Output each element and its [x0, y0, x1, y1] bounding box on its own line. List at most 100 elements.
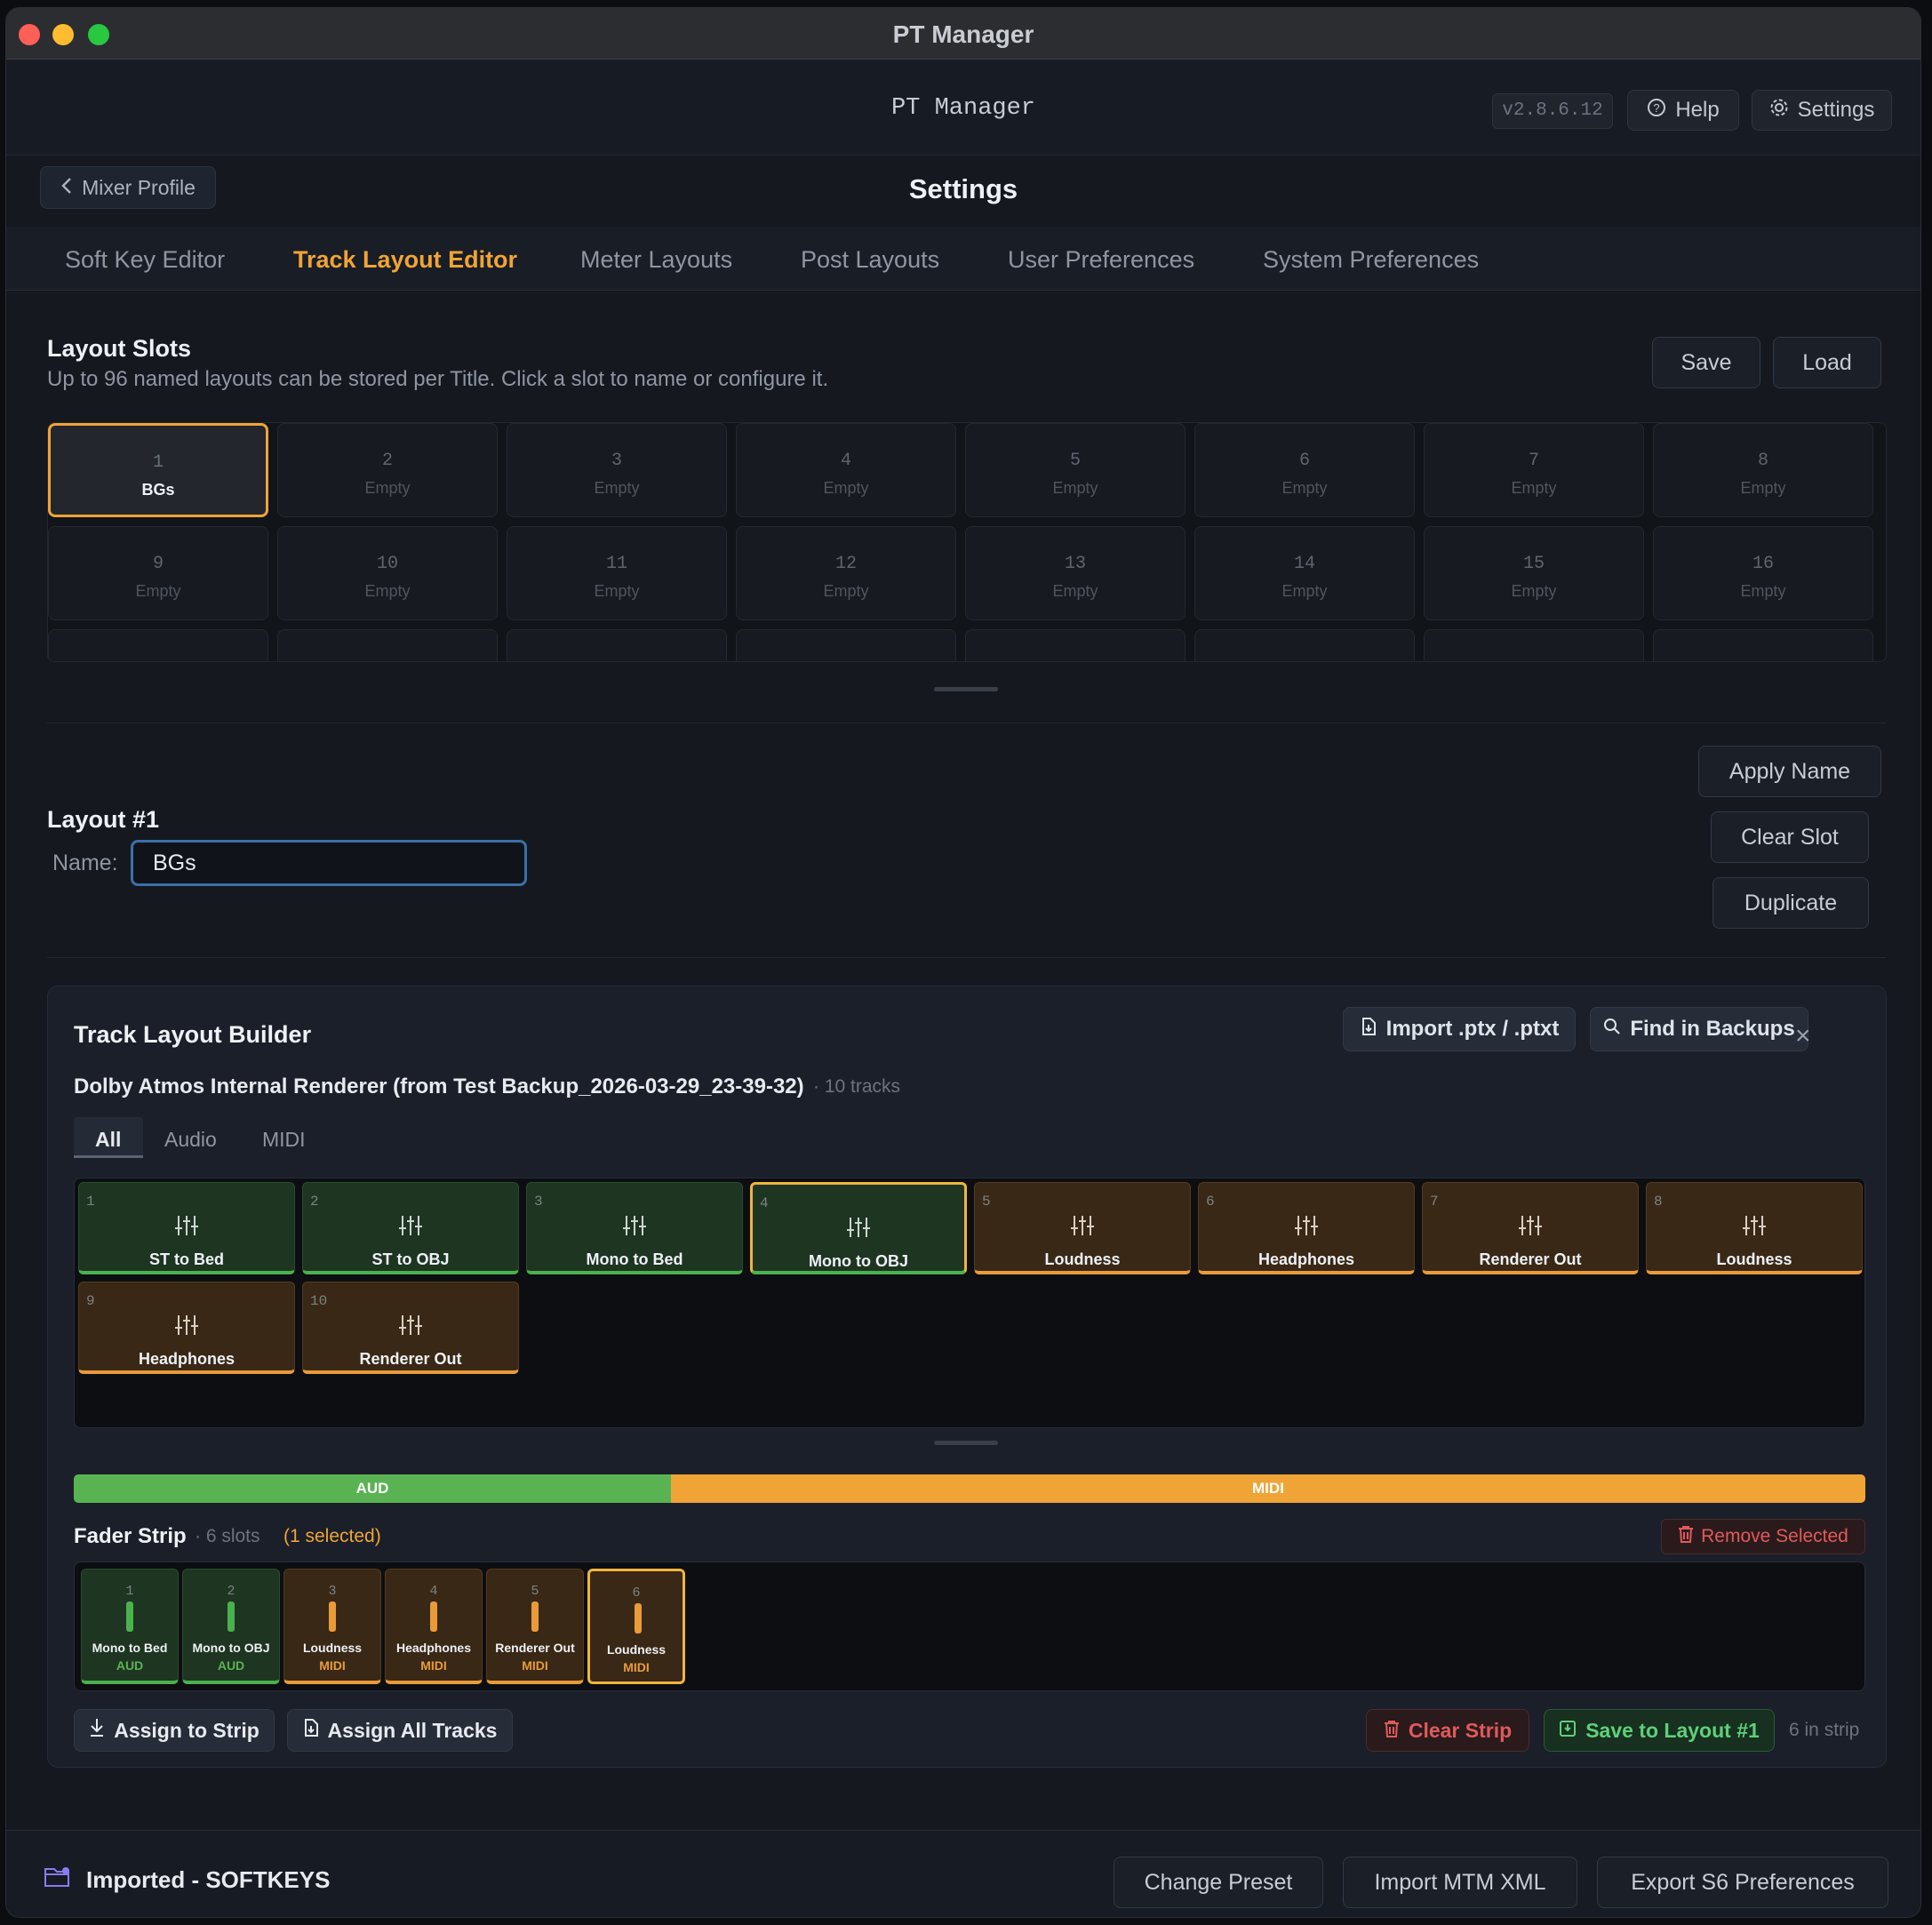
audio-segment: AUD	[74, 1474, 671, 1503]
track-tile[interactable]: 7 Renderer Out	[1422, 1182, 1639, 1274]
layout-slot[interactable]: 2 Empty	[277, 423, 498, 517]
tab-track-layout-editor[interactable]: Track Layout Editor	[293, 246, 517, 274]
layout-slot[interactable]: 12 Empty	[736, 526, 956, 620]
layout-slot[interactable]: 9 Empty	[48, 526, 268, 620]
strip-channel[interactable]: 4 Headphones MIDI	[385, 1569, 483, 1684]
layout-slot[interactable]: 14 Empty	[1194, 526, 1415, 620]
track-tile[interactable]: 10 Renderer Out	[302, 1282, 519, 1374]
track-tile[interactable]: 3 Mono to Bed	[526, 1182, 743, 1274]
remove-selected-button[interactable]: Remove Selected	[1661, 1519, 1865, 1554]
mixer-sliders-icon	[79, 1215, 294, 1241]
slot-label: Empty	[1281, 479, 1328, 497]
app-window: PT Manager PT Manager v2.8.6.12 ? Help S…	[5, 7, 1921, 1918]
fader-icon	[635, 1603, 642, 1633]
channel-number: 2	[227, 1584, 236, 1599]
track-tile[interactable]: 5 Loudness	[974, 1182, 1191, 1274]
change-preset-button[interactable]: Change Preset	[1114, 1857, 1323, 1908]
layout-name-input[interactable]	[131, 840, 527, 886]
layout-slot[interactable]: 6 Empty	[1194, 423, 1415, 517]
layout-slot[interactable]: 8 Empty	[1653, 423, 1873, 517]
slot-label: Empty	[1052, 582, 1098, 600]
layout-slot[interactable]: 13 Empty	[965, 526, 1186, 620]
fader-strip-selected-count: (1 selected)	[283, 1526, 381, 1546]
slot-label: Empty	[1281, 582, 1328, 600]
layout-slot-partial[interactable]	[1194, 629, 1415, 661]
layout-slot[interactable]: 1 BGs	[48, 423, 268, 517]
track-tile[interactable]: 6 Headphones	[1198, 1182, 1415, 1274]
layout-slot[interactable]: 4 Empty	[736, 423, 956, 517]
window-title: PT Manager	[892, 20, 1034, 48]
export-s6-preferences-button[interactable]: Export S6 Preferences	[1597, 1857, 1888, 1908]
close-icon[interactable]: ×	[1795, 1021, 1811, 1051]
track-tile[interactable]: 9 Headphones	[78, 1282, 295, 1374]
tab-user-preferences[interactable]: User Preferences	[1008, 246, 1194, 274]
layout-slot-grid: 1 BGs 2 Empty 3 Empty 4 Empty 5 Empty 6 Empty…	[47, 422, 1887, 662]
layout-slot-partial[interactable]	[1653, 629, 1873, 661]
tab-system-preferences[interactable]: System Preferences	[1263, 246, 1479, 274]
resize-handle[interactable]	[934, 1441, 998, 1445]
import-mtm-xml-button[interactable]: Import MTM XML	[1343, 1857, 1577, 1908]
slot-number: 5	[1069, 451, 1081, 471]
filter-tab-midi[interactable]: MIDI	[262, 1128, 306, 1152]
strip-channel[interactable]: 5 Renderer Out MIDI	[486, 1569, 584, 1684]
track-number: 4	[760, 1195, 769, 1211]
duplicate-button[interactable]: Duplicate	[1712, 877, 1869, 929]
save-to-layout-button[interactable]: Save to Layout #1	[1544, 1709, 1775, 1752]
apply-name-button[interactable]: Apply Name	[1698, 746, 1881, 797]
track-number: 5	[982, 1194, 991, 1210]
layout-slot[interactable]: 5 Empty	[965, 423, 1186, 517]
tab-soft-key-editor[interactable]: Soft Key Editor	[65, 246, 225, 274]
assign-to-strip-button[interactable]: Assign to Strip	[74, 1709, 275, 1752]
layout-slot-partial[interactable]	[277, 629, 498, 661]
clear-slot-button[interactable]: Clear Slot	[1711, 811, 1869, 863]
save-icon	[1559, 1719, 1577, 1743]
track-label: Mono to Bed	[586, 1250, 683, 1268]
strip-channel[interactable]: 1 Mono to Bed AUD	[81, 1569, 179, 1684]
save-button[interactable]: Save	[1652, 337, 1760, 388]
layout-slot-partial[interactable]	[965, 629, 1186, 661]
filter-tab-audio[interactable]: Audio	[164, 1128, 217, 1152]
clear-strip-button[interactable]: Clear Strip	[1366, 1709, 1529, 1752]
track-tile-selected[interactable]: 4 Mono to OBJ	[750, 1182, 967, 1274]
fader-icon	[228, 1602, 235, 1632]
fader-strip-slot-count: · 6 slots	[195, 1526, 260, 1546]
tab-post-layouts[interactable]: Post Layouts	[801, 246, 939, 274]
gear-icon	[1769, 98, 1789, 124]
trash-icon	[1384, 1719, 1400, 1743]
strip-channel-selected[interactable]: 6 Loudness MIDI	[587, 1569, 685, 1684]
strip-channel[interactable]: 3 Loudness MIDI	[283, 1569, 381, 1684]
slot-label: Empty	[364, 479, 411, 497]
track-tile[interactable]: 8 Loudness	[1646, 1182, 1863, 1274]
strip-channel[interactable]: 2 Mono to OBJ AUD	[182, 1569, 280, 1684]
resize-handle[interactable]	[934, 687, 998, 691]
clear-strip-label: Clear Strip	[1408, 1718, 1513, 1742]
filter-tab-all[interactable]: All	[95, 1128, 121, 1152]
layout-slot[interactable]: 11 Empty	[507, 526, 727, 620]
import-ptx-button[interactable]: Import .ptx / .ptxt	[1343, 1007, 1576, 1051]
assign-all-tracks-button[interactable]: Assign All Tracks	[287, 1709, 513, 1752]
layout-slot-partial[interactable]	[507, 629, 727, 661]
search-icon	[1603, 1017, 1621, 1042]
settings-button[interactable]: Settings	[1752, 90, 1892, 131]
layout-slot-partial[interactable]	[48, 629, 268, 661]
layout-slot-partial[interactable]	[736, 629, 956, 661]
layout-slot[interactable]: 16 Empty	[1653, 526, 1873, 620]
midi-segment: MIDI	[671, 1474, 1865, 1503]
slot-label: Empty	[1511, 582, 1557, 600]
layout-slot[interactable]: 15 Empty	[1424, 526, 1644, 620]
find-in-backups-button[interactable]: Find in Backups	[1590, 1007, 1808, 1051]
track-label: Loudness	[1716, 1250, 1792, 1268]
track-number: 9	[86, 1293, 95, 1309]
mixer-sliders-icon	[303, 1314, 518, 1340]
layout-slot[interactable]: 10 Empty	[277, 526, 498, 620]
help-button[interactable]: ? Help	[1627, 90, 1739, 131]
track-tile[interactable]: 1 ST to Bed	[78, 1182, 295, 1274]
track-tile[interactable]: 2 ST to OBJ	[302, 1182, 519, 1274]
slot-number: 10	[376, 554, 398, 574]
slot-label: Empty	[823, 479, 869, 497]
layout-slot-partial[interactable]	[1424, 629, 1644, 661]
load-button[interactable]: Load	[1773, 337, 1881, 388]
layout-slot[interactable]: 7 Empty	[1424, 423, 1644, 517]
layout-slot[interactable]: 3 Empty	[507, 423, 727, 517]
tab-meter-layouts[interactable]: Meter Layouts	[580, 246, 732, 274]
